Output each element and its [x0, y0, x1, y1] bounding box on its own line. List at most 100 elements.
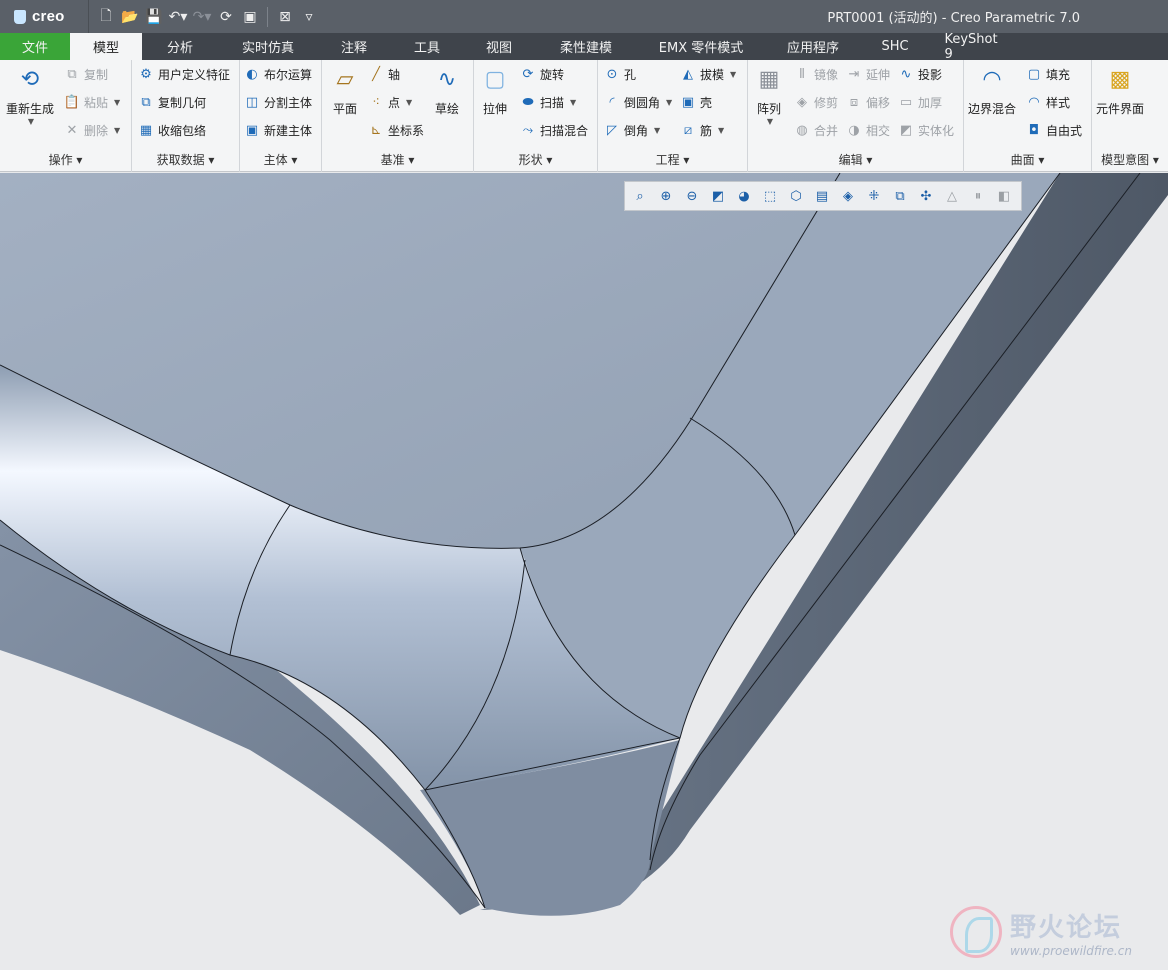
group-label-body[interactable]: 主体 ▾ [240, 151, 321, 168]
open-icon[interactable]: 📂 [119, 6, 141, 28]
style-button[interactable]: ◠ 样式 [1026, 92, 1070, 112]
delete-button[interactable]: ✕ 删除 ▼ [64, 120, 121, 140]
shell-button[interactable]: ▣ 壳 [680, 92, 712, 112]
shrinkwrap-button[interactable]: ▦ 收缩包络 [138, 120, 206, 140]
style-label: 样式 [1046, 95, 1071, 110]
chamfer-button[interactable]: ◸ 倒角 ▼ [604, 120, 660, 140]
group-label-editing[interactable]: 编辑 ▾ [748, 151, 963, 168]
copy-label: 复制 [84, 67, 109, 82]
mirror-button[interactable]: ⫴ 镜像 [794, 64, 838, 84]
paste-button[interactable]: 📋 粘贴 ▼ [64, 92, 120, 112]
round-button[interactable]: ◜ 倒圆角 ▼ [604, 92, 672, 112]
tab-file[interactable]: 文件 [0, 33, 70, 60]
tab-shc[interactable]: SHC [862, 33, 928, 60]
group-get-data: ⚙ 用户定义特征 ⧉ 复制几何 ▦ 收缩包络 获取数据 ▾ [132, 60, 240, 172]
new-icon[interactable]: 🗋 [95, 6, 117, 28]
undo-icon[interactable]: ↶▾ [167, 6, 189, 28]
redo-icon[interactable]: ↷▾ [191, 6, 213, 28]
annotation-display-icon[interactable]: ⧉ [889, 185, 911, 207]
section-icon[interactable]: ◧ [993, 185, 1015, 207]
thicken-button[interactable]: ▭ 加厚 [898, 92, 942, 112]
offset-button[interactable]: ⧈ 偏移 [846, 92, 890, 112]
tab-flexible-modeling[interactable]: 柔性建模 [534, 33, 638, 60]
named-views-icon[interactable]: ⬡ [785, 185, 807, 207]
merge-button[interactable]: ◍ 合并 [794, 120, 838, 140]
revolve-button[interactable]: ⟳ 旋转 [520, 64, 564, 84]
display-style-icon[interactable]: ◕ [733, 185, 755, 207]
creo-logo-text: creo [32, 8, 65, 25]
boolean-button[interactable]: ◐ 布尔运算 [244, 64, 312, 84]
udf-button[interactable]: ⚙ 用户定义特征 [138, 64, 230, 84]
model-render[interactable] [0, 173, 1168, 970]
extrude-label: 拉伸 [482, 102, 507, 116]
axis-button[interactable]: ╱ 轴 [368, 64, 400, 84]
extrude-button[interactable]: ▢ 拉伸 [480, 64, 510, 117]
refit-icon[interactable]: ⌕ [629, 185, 651, 207]
split-body-button[interactable]: ◫ 分割主体 [244, 92, 312, 112]
rib-button[interactable]: ⧄ 筋 ▼ [680, 120, 724, 140]
group-label-get-data[interactable]: 获取数据 ▾ [132, 151, 239, 168]
plane-button[interactable]: ▱ 平面 [330, 64, 360, 117]
simulation-icon[interactable]: △ [941, 185, 963, 207]
extend-button[interactable]: ⇥ 延伸 [846, 64, 890, 84]
spin-center-icon[interactable]: ✣ [915, 185, 937, 207]
sweep-icon: ⬬ [522, 94, 534, 110]
close-window-icon[interactable]: ⊠ [274, 6, 296, 28]
pause-icon[interactable]: ⏸ [967, 185, 989, 207]
hole-button[interactable]: ⊙ 孔 [604, 64, 636, 84]
tab-model[interactable]: 模型 [70, 33, 142, 60]
zoom-in-icon[interactable]: ⊕ [655, 185, 677, 207]
intersect-icon: ◑ [848, 122, 860, 138]
freestyle-button[interactable]: ◘ 自由式 [1026, 120, 1082, 140]
csys-button[interactable]: ⊾ 坐标系 [368, 120, 424, 140]
saved-orientations-icon[interactable]: ⬚ [759, 185, 781, 207]
pattern-button[interactable]: ▦ 阵列 ▼ [754, 64, 784, 127]
copy-button[interactable]: ⧉ 复制 [64, 64, 108, 84]
tab-emx-part-mode[interactable]: EMX 零件模式 [638, 33, 764, 60]
group-label-operations[interactable]: 操作 ▾ [0, 151, 131, 168]
group-label-engineering[interactable]: 工程 ▾ [598, 151, 747, 168]
boundary-blend-button[interactable]: ◠ 边界混合 [968, 64, 1016, 117]
sweep-button[interactable]: ⬬ 扫描 ▼ [520, 92, 576, 112]
datum-display-icon[interactable]: ⁜ [863, 185, 885, 207]
round-label: 倒圆角 [624, 95, 661, 110]
trim-button[interactable]: ◈ 修剪 [794, 92, 838, 112]
tab-analysis[interactable]: 分析 [142, 33, 218, 60]
solidify-button[interactable]: ◩ 实体化 [898, 120, 954, 140]
tab-annotate[interactable]: 注释 [318, 33, 390, 60]
tab-live-simulation[interactable]: 实时仿真 [218, 33, 318, 60]
customize-icon[interactable]: ▿ [298, 6, 320, 28]
sketch-button[interactable]: ∿ 草绘 [432, 64, 462, 117]
extrude-icon: ▢ [484, 66, 506, 92]
group-label-shapes[interactable]: 形状 ▾ [474, 151, 597, 168]
regenerate-button[interactable]: ⟲ 重新生成 ▼ [6, 64, 54, 127]
windows-icon[interactable]: ▣ [239, 6, 261, 28]
repaint-icon[interactable]: ◩ [707, 185, 729, 207]
intersect-button[interactable]: ◑ 相交 [846, 120, 890, 140]
fill-icon: ▢ [1027, 66, 1041, 82]
group-label-model-intent[interactable]: 模型意图 ▾ [1092, 151, 1168, 168]
perspective-icon[interactable]: ◈ [837, 185, 859, 207]
new-body-button[interactable]: ▣ 新建主体 [244, 120, 312, 140]
view-manager-icon[interactable]: ▤ [811, 185, 833, 207]
graphics-window[interactable]: ⌕ ⊕ ⊖ ◩ ◕ ⬚ ⬡ ▤ ◈ ⁜ ⧉ ✣ △ ⏸ ◧ 野火论坛 www.p… [0, 173, 1168, 970]
component-interface-button[interactable]: ▩ 元件界面 [1096, 64, 1144, 117]
group-label-datum[interactable]: 基准 ▾ [322, 151, 473, 168]
fill-button[interactable]: ▢ 填充 [1026, 64, 1070, 84]
swept-blend-button[interactable]: ⤳ 扫描混合 [520, 120, 588, 140]
tab-view[interactable]: 视图 [464, 33, 534, 60]
tab-keyshot[interactable]: KeyShot 9 [928, 32, 1014, 62]
group-label-surfaces[interactable]: 曲面 ▾ [964, 151, 1091, 168]
watermark-logo-icon [950, 906, 1002, 958]
group-shapes: ▢ 拉伸 ⟳ 旋转 ⬬ 扫描 ▼ ⤳ 扫描混合 形状 ▾ [474, 60, 598, 172]
tab-tools[interactable]: 工具 [390, 33, 464, 60]
regenerate-icon[interactable]: ⟳ [215, 6, 237, 28]
point-button[interactable]: ⁖ 点 ▼ [368, 92, 412, 112]
qat-separator [267, 6, 268, 27]
project-button[interactable]: ∿ 投影 [898, 64, 942, 84]
zoom-out-icon[interactable]: ⊖ [681, 185, 703, 207]
tab-applications[interactable]: 应用程序 [764, 33, 862, 60]
draft-button[interactable]: ◭ 拔模 ▼ [680, 64, 736, 84]
copy-geometry-button[interactable]: ⧉ 复制几何 [138, 92, 206, 112]
save-icon[interactable]: 💾 [143, 6, 165, 28]
